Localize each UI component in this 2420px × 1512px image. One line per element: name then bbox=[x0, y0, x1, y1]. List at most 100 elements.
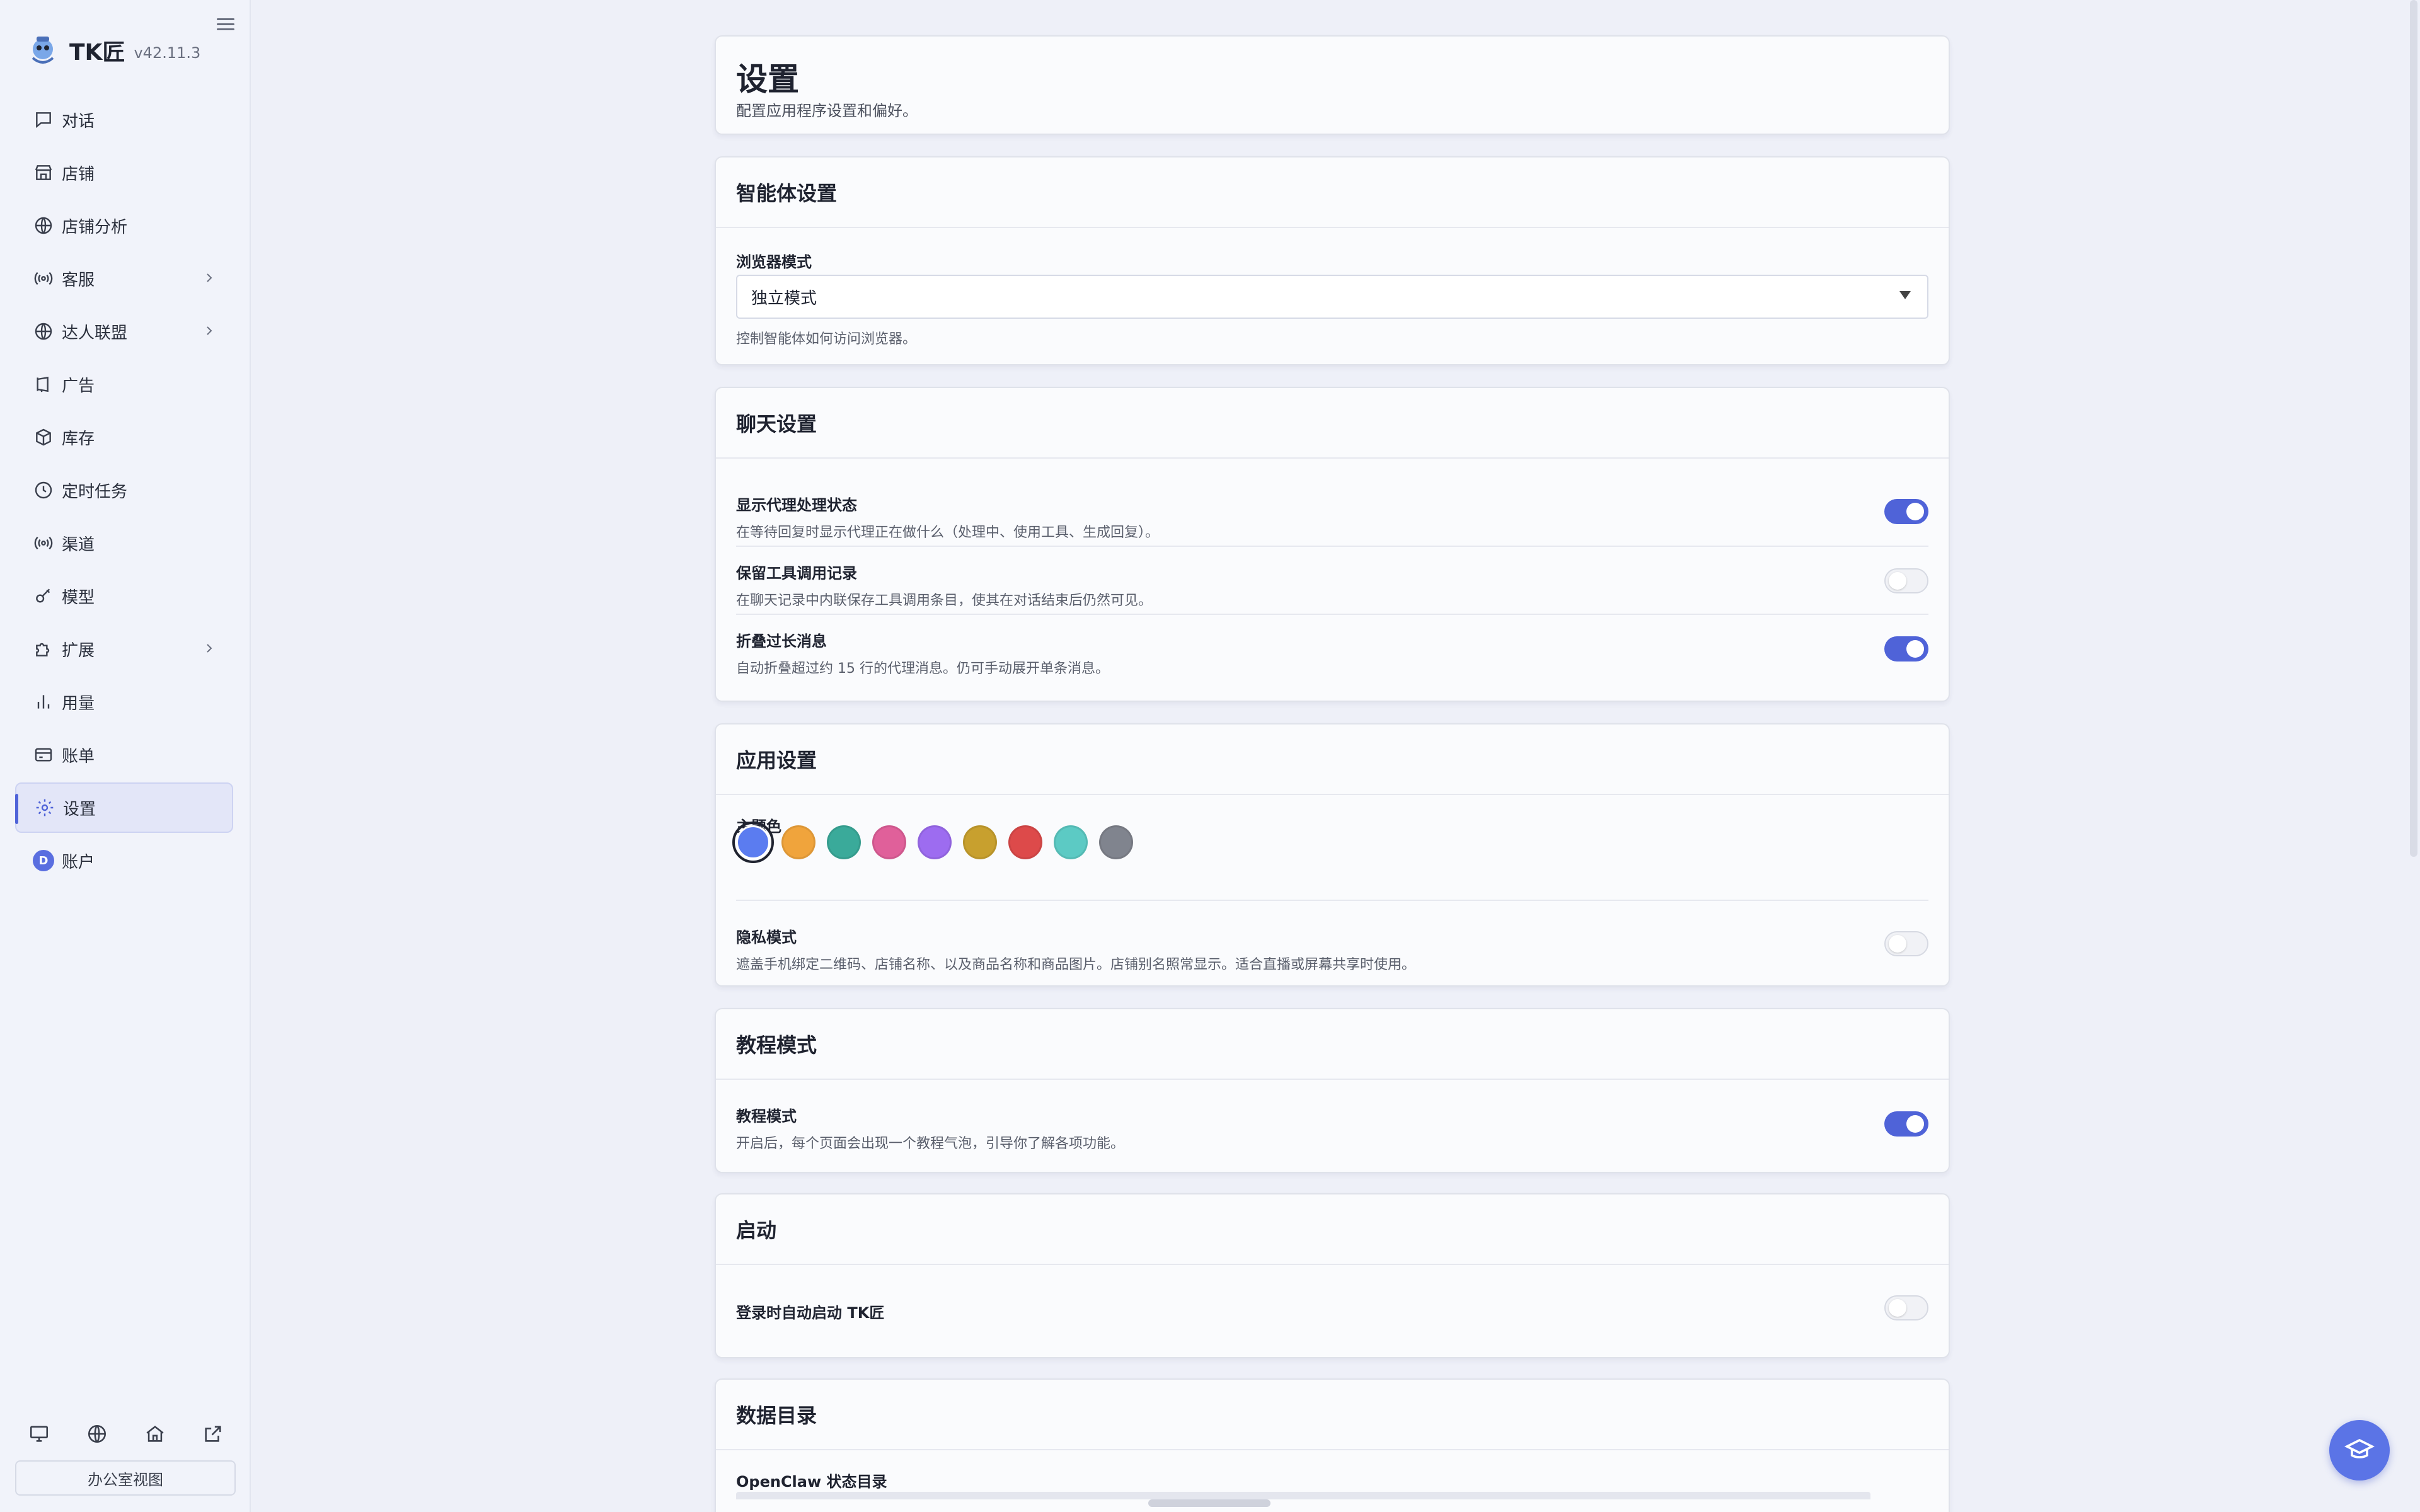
setting-title: 折叠过长消息 bbox=[736, 633, 827, 650]
browser-mode-help: 控制智能体如何访问浏览器。 bbox=[736, 331, 917, 347]
setting-title: OpenClaw 状态目录 bbox=[736, 1473, 887, 1491]
app-settings-card: 应用设置 主题色 隐私模式 遮盖手机绑定二维码、店铺名称、以及商品名称和商品图片… bbox=[715, 723, 1950, 987]
sidebar-item-usage[interactable]: 用量 bbox=[15, 677, 233, 727]
theme-swatch[interactable] bbox=[963, 825, 997, 859]
setting-title: 教程模式 bbox=[736, 1108, 797, 1125]
divider bbox=[736, 900, 1928, 901]
setting-description: 在等待回复时显示代理正在做什么（处理中、使用工具、生成回复）。 bbox=[736, 525, 1160, 541]
horizontal-scrollbar[interactable] bbox=[1148, 1499, 1270, 1507]
sidebar-item-label: 广告 bbox=[62, 376, 95, 396]
collapse-long-toggle[interactable] bbox=[1884, 636, 1928, 662]
office-view-button[interactable]: 办公室视图 bbox=[15, 1460, 236, 1496]
menu-icon bbox=[217, 18, 234, 20]
puzzle-icon bbox=[33, 638, 54, 660]
key-icon bbox=[33, 585, 54, 607]
tutorial-mode-toggle[interactable] bbox=[1884, 1111, 1928, 1137]
home-button[interactable] bbox=[141, 1420, 169, 1448]
theme-swatch[interactable] bbox=[872, 825, 906, 859]
privacy-mode-toggle[interactable] bbox=[1884, 931, 1928, 956]
sidebar-item-store[interactable]: 店铺 bbox=[15, 147, 233, 198]
monitor-icon bbox=[30, 1426, 49, 1442]
section-title: 教程模式 bbox=[716, 1009, 1949, 1080]
data-dir-card: 数据目录 OpenClaw 状态目录 bbox=[715, 1378, 1950, 1512]
app-version: v42.11.3 bbox=[134, 44, 201, 62]
sidebar-item-customer-service[interactable]: 客服 bbox=[15, 253, 233, 304]
sidebar-item-label: 定时任务 bbox=[62, 482, 128, 501]
home-icon bbox=[146, 1426, 164, 1442]
avatar: D bbox=[33, 850, 54, 871]
show-status-toggle[interactable] bbox=[1884, 499, 1928, 524]
sidebar-item-settings[interactable]: 设置 bbox=[15, 782, 233, 833]
setting-row-tutorial: 教程模式 开启后，每个页面会出现一个教程气泡，引导你了解各项功能。 bbox=[736, 1104, 1928, 1152]
agent-settings-card: 智能体设置 浏览器模式 独立模式 控制智能体如何访问浏览器。 bbox=[715, 156, 1950, 365]
globe-icon bbox=[33, 321, 54, 342]
app-name: TK匠 bbox=[69, 40, 125, 66]
page-subtitle: 配置应用程序设置和偏好。 bbox=[736, 102, 918, 120]
theme-swatch[interactable] bbox=[732, 822, 774, 863]
section-title: 智能体设置 bbox=[716, 158, 1949, 228]
divider bbox=[736, 546, 1928, 547]
chat-icon bbox=[33, 109, 54, 130]
setting-description: 在聊天记录中内联保存工具调用条目，使其在对话结束后仍然可见。 bbox=[736, 593, 1153, 609]
sidebar-item-chat[interactable]: 对话 bbox=[15, 94, 233, 145]
sidebar: TK匠 v42.11.3 对话 店铺 店铺分析 客服 达人联盟 广告 库存 定时… bbox=[0, 0, 251, 1512]
sidebar-footer-icons bbox=[25, 1420, 227, 1448]
card-icon bbox=[33, 744, 54, 765]
section-title: 启动 bbox=[716, 1194, 1949, 1265]
language-button[interactable] bbox=[83, 1420, 111, 1448]
settings-main: 设置 配置应用程序设置和偏好。 智能体设置 浏览器模式 独立模式 控制智能体如何… bbox=[252, 0, 2420, 1512]
setting-title: 保留工具调用记录 bbox=[736, 564, 857, 582]
sidebar-item-scheduled-tasks[interactable]: 定时任务 bbox=[15, 465, 233, 515]
state-dir-input[interactable] bbox=[736, 1492, 1870, 1499]
divider bbox=[736, 614, 1928, 615]
collapse-sidebar-button[interactable] bbox=[217, 15, 234, 33]
sidebar-item-store-analysis[interactable]: 店铺分析 bbox=[15, 200, 233, 251]
sidebar-item-label: 店铺 bbox=[62, 164, 95, 184]
theme-swatch[interactable] bbox=[1099, 825, 1133, 859]
brand: TK匠 v42.11.3 bbox=[25, 33, 200, 68]
sidebar-item-label: 达人联盟 bbox=[62, 323, 128, 343]
globe-icon bbox=[33, 215, 54, 236]
theme-swatch[interactable] bbox=[781, 825, 815, 859]
megaphone-icon bbox=[33, 374, 54, 395]
vertical-scrollbar[interactable] bbox=[2410, 0, 2417, 857]
browser-mode-label: 浏览器模式 bbox=[736, 253, 812, 271]
page-title: 设置 bbox=[736, 61, 799, 98]
gear-icon bbox=[34, 797, 55, 818]
external-link-icon bbox=[205, 1426, 221, 1442]
sidebar-item-label: 模型 bbox=[62, 588, 95, 607]
sidebar-item-channels[interactable]: 渠道 bbox=[15, 518, 233, 568]
logo-icon bbox=[32, 37, 54, 64]
setting-row-auto-start: 登录时自动启动 TK匠 bbox=[736, 1300, 1928, 1322]
setting-row-privacy: 隐私模式 遮盖手机绑定二维码、店铺名称、以及商品名称和商品图片。店铺别名照常显示… bbox=[736, 925, 1928, 973]
sidebar-item-ads[interactable]: 广告 bbox=[15, 359, 233, 410]
auto-start-toggle[interactable] bbox=[1884, 1295, 1928, 1320]
sidebar-item-label: 库存 bbox=[62, 429, 95, 449]
sidebar-item-label: 渠道 bbox=[62, 535, 95, 554]
setting-row-show-status: 显示代理处理状态 在等待回复时显示代理正在做什么（处理中、使用工具、生成回复）。 bbox=[736, 493, 1928, 541]
sidebar-item-label: 账单 bbox=[62, 747, 95, 766]
sidebar-item-models[interactable]: 模型 bbox=[15, 571, 233, 621]
sidebar-item-label: 客服 bbox=[62, 270, 95, 290]
theme-swatch[interactable] bbox=[827, 825, 861, 859]
sidebar-item-label: 账户 bbox=[62, 852, 95, 872]
open-external-button[interactable] bbox=[199, 1420, 227, 1448]
browser-mode-select[interactable]: 独立模式 bbox=[736, 275, 1928, 319]
page-header-card: 设置 配置应用程序设置和偏好。 bbox=[715, 35, 1950, 135]
keep-tool-calls-toggle[interactable] bbox=[1884, 568, 1928, 593]
bar-chart-icon bbox=[33, 691, 54, 713]
monitor-button[interactable] bbox=[25, 1420, 53, 1448]
sidebar-item-extensions[interactable]: 扩展 bbox=[15, 624, 233, 674]
setting-description: 开启后，每个页面会出现一个教程气泡，引导你了解各项功能。 bbox=[736, 1136, 1125, 1152]
sidebar-item-inventory[interactable]: 库存 bbox=[15, 412, 233, 462]
theme-swatch[interactable] bbox=[1008, 825, 1042, 859]
sidebar-item-affiliate[interactable]: 达人联盟 bbox=[15, 306, 233, 357]
setting-description: 遮盖手机绑定二维码、店铺名称、以及商品名称和商品图片。店铺别名照常显示。适合直播… bbox=[736, 957, 1416, 973]
tutorial-help-button[interactable] bbox=[2329, 1420, 2390, 1480]
sidebar-item-account[interactable]: D 账户 bbox=[15, 835, 233, 886]
theme-swatch[interactable] bbox=[1054, 825, 1088, 859]
setting-title: 登录时自动启动 TK匠 bbox=[736, 1304, 885, 1322]
setting-title: 隐私模式 bbox=[736, 929, 797, 946]
theme-swatch[interactable] bbox=[918, 825, 952, 859]
sidebar-item-billing[interactable]: 账单 bbox=[15, 730, 233, 780]
